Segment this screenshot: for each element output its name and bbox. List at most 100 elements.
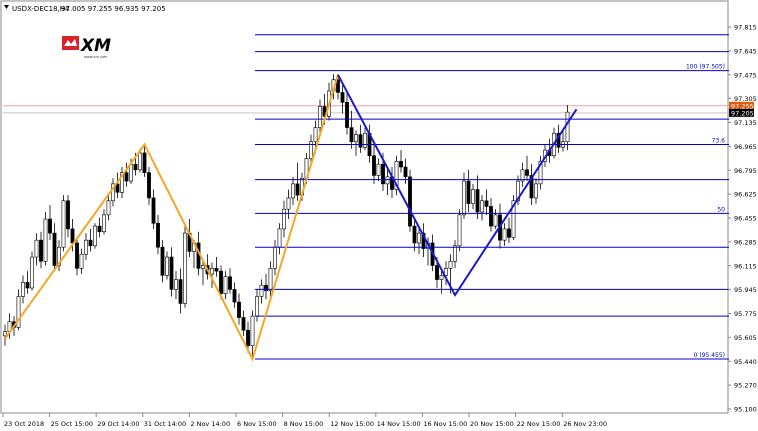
y-tick-label: 95.440 xyxy=(734,358,757,366)
candle-body xyxy=(453,245,457,262)
candle-body xyxy=(313,127,318,142)
y-tick-label: 96.115 xyxy=(734,262,757,270)
y-tick-label: 96.455 xyxy=(734,215,757,223)
fib-level-label: 73.6 xyxy=(712,137,726,144)
candle-body xyxy=(84,239,88,255)
candle-body xyxy=(21,282,25,297)
candle-body xyxy=(466,180,471,204)
y-tick-label: 95.775 xyxy=(734,310,757,318)
x-tick-label: 6 Nov 15:00 xyxy=(237,420,277,428)
candle-body xyxy=(480,200,484,213)
candle-body xyxy=(493,214,498,227)
candle-body xyxy=(124,172,129,182)
fib-level-label: 50 xyxy=(717,206,725,213)
candle-body xyxy=(264,284,268,292)
candle-body xyxy=(138,152,142,171)
candle-body xyxy=(565,111,570,142)
y-tick-label: 96.625 xyxy=(734,191,757,199)
y-tick-label: 95.100 xyxy=(734,406,757,414)
candle-body xyxy=(534,183,538,199)
candle-body xyxy=(475,189,480,213)
candle-body xyxy=(399,161,403,168)
candle-body xyxy=(52,232,57,266)
candle-body xyxy=(174,279,178,290)
candle-body xyxy=(129,163,133,182)
candle-body xyxy=(435,265,439,280)
candle-body xyxy=(318,106,322,128)
x-tick-label: 26 Nov 23:00 xyxy=(563,420,607,428)
candle-body xyxy=(79,253,84,269)
x-tick-label: 25 Oct 15:00 xyxy=(51,420,93,428)
candle-body xyxy=(133,163,138,171)
candle-body xyxy=(295,183,300,196)
candle-body xyxy=(97,225,102,233)
candle-body xyxy=(210,268,214,275)
candle-body xyxy=(142,152,147,173)
price-chart[interactable]: USDX-DEC18,H4 97.005 97.255 96.935 97.20… xyxy=(0,0,758,431)
ohlc-readout: 97.005 97.255 96.935 97.205 xyxy=(61,5,166,13)
x-tick-label: 22 Nov 15:00 xyxy=(517,420,561,428)
fib-level-label: 0 (95.455) xyxy=(694,352,725,359)
candle-body xyxy=(88,239,93,247)
y-tick-label: 95.945 xyxy=(734,286,757,294)
y-tick-label: 95.270 xyxy=(734,382,757,390)
candle-body xyxy=(232,289,237,303)
candle-body xyxy=(340,92,345,103)
candle-body xyxy=(255,296,259,317)
candle-body xyxy=(259,284,264,297)
candle-body xyxy=(457,214,462,247)
x-tick-label: 31 Oct 14:00 xyxy=(144,420,186,428)
candle-body xyxy=(372,155,376,176)
candle-body xyxy=(43,218,48,262)
candle-body xyxy=(345,101,349,128)
candle-body xyxy=(178,279,183,304)
x-tick-label: 20 Nov 15:00 xyxy=(470,420,514,428)
candle-body xyxy=(160,246,165,276)
x-tick-label: 8 Nov 15:00 xyxy=(284,420,324,428)
candle-body xyxy=(223,276,228,294)
y-tick-label: 95.605 xyxy=(734,334,757,342)
candle-body xyxy=(241,317,246,331)
y-tick-label: 96.285 xyxy=(734,238,757,246)
candle-body xyxy=(237,301,241,318)
candle-body xyxy=(462,180,466,216)
logo-tagline: www.xm.com xyxy=(84,55,108,59)
candle-body xyxy=(448,260,453,269)
candle-body xyxy=(268,268,273,292)
x-tick-label: 2 Nov 14:00 xyxy=(190,420,230,428)
x-tick-label: 14 Nov 15:00 xyxy=(377,420,421,428)
candle-body xyxy=(286,197,291,210)
candle-body xyxy=(3,331,7,337)
candle-body xyxy=(201,265,205,269)
y-tick-label: 97.815 xyxy=(734,24,757,32)
fib-level-label: 100 (97.505) xyxy=(686,64,725,71)
candle-body xyxy=(363,132,367,148)
x-tick-label: 29 Oct 14:00 xyxy=(97,420,139,428)
candle-body xyxy=(246,329,250,346)
candle-body xyxy=(147,172,151,199)
candle-body xyxy=(376,163,381,176)
x-tick-label: 23 Oct 2018 xyxy=(4,420,44,428)
candle-body xyxy=(408,176,412,227)
candle-body xyxy=(93,225,97,247)
candle-body xyxy=(291,183,295,199)
candle-body xyxy=(507,228,511,238)
candle-body xyxy=(183,232,187,304)
bid-price-tag: 97.205 xyxy=(731,109,754,117)
candle-body xyxy=(30,256,34,289)
candle-body xyxy=(214,268,219,272)
candle-body xyxy=(385,176,390,185)
x-tick-label: 16 Nov 15:00 xyxy=(423,420,467,428)
candle-body xyxy=(417,232,421,244)
candle-body xyxy=(273,246,277,269)
candle-body xyxy=(484,200,489,207)
logo-flag-icon xyxy=(62,36,79,50)
candle-body xyxy=(354,134,358,142)
candle-body xyxy=(412,225,417,244)
candle-body xyxy=(151,197,156,224)
candle-body xyxy=(106,200,111,216)
candle-body xyxy=(34,239,39,258)
y-tick-label: 96.965 xyxy=(734,143,757,151)
candle-body xyxy=(39,239,43,262)
y-tick-label: 96.795 xyxy=(734,167,757,175)
